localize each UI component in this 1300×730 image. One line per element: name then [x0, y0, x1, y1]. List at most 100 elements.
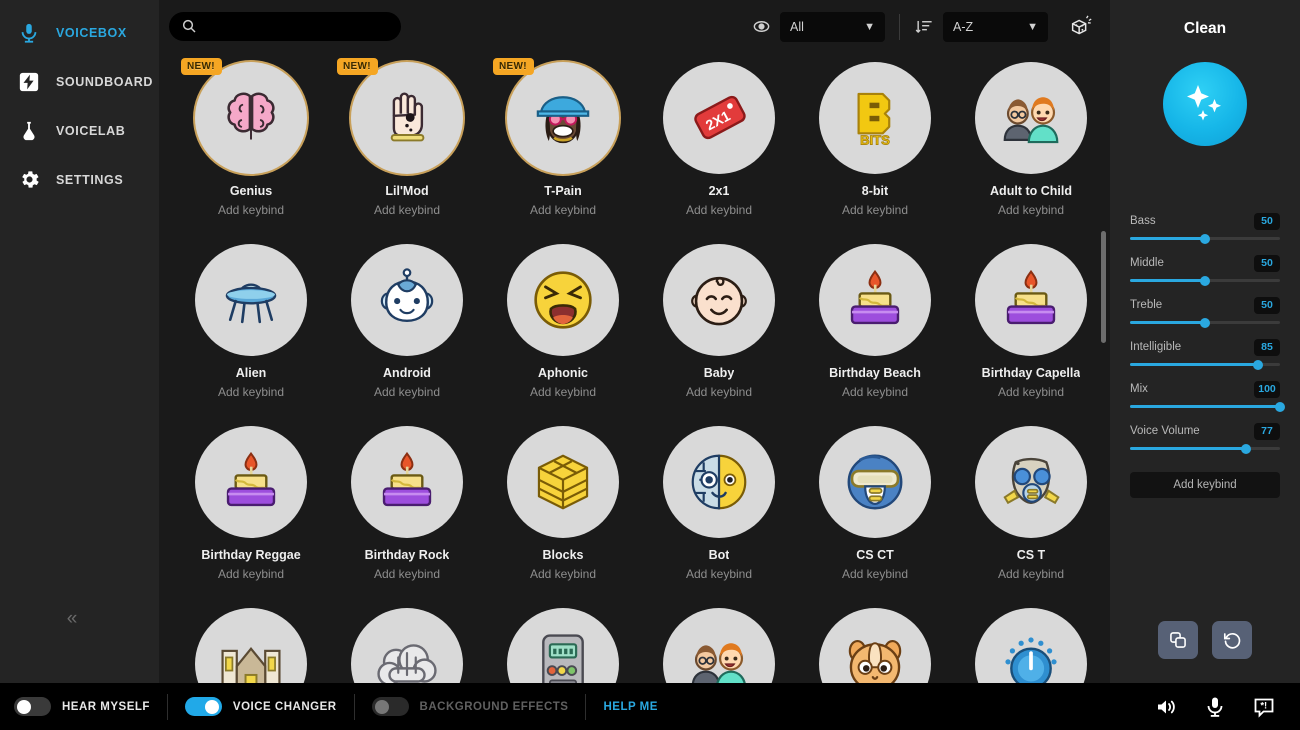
voice-card[interactable] — [953, 608, 1109, 683]
voice-card-keybind[interactable]: Add keybind — [686, 567, 752, 581]
voice-card[interactable]: CS T Add keybind — [953, 426, 1109, 608]
voice-card-keybind[interactable]: Add keybind — [842, 203, 908, 217]
slider-value: 50 — [1254, 212, 1280, 230]
voice-card[interactable]: Aphonic Add keybind — [485, 244, 641, 426]
background-effects-switch[interactable] — [371, 697, 409, 716]
voice-card[interactable]: 2X1 2x1 Add keybind — [641, 62, 797, 244]
sort-group: A-Z ▼ — [914, 11, 1048, 42]
voice-avatar-wrapper — [663, 608, 775, 683]
sort-value: A-Z — [953, 19, 974, 34]
sort-icon[interactable] — [914, 17, 934, 37]
flask-icon — [16, 118, 42, 144]
voice-card[interactable] — [641, 608, 797, 683]
voice-card[interactable]: Baby Add keybind — [641, 244, 797, 426]
slider-knob[interactable] — [1252, 359, 1263, 370]
voice-card-name: Baby — [703, 366, 735, 380]
slider-track[interactable] — [1130, 401, 1285, 412]
voice-card-keybind[interactable]: Add keybind — [218, 567, 284, 581]
add-keybind-button[interactable]: Add keybind — [1130, 472, 1280, 498]
voice-card[interactable] — [485, 608, 641, 683]
voice-grid: NEW! Genius Add keybind NEW! Lil'Mod Add keyb… — [159, 53, 1110, 683]
voice-card-keybind[interactable]: Add keybind — [998, 567, 1064, 581]
slider-knob[interactable] — [1200, 275, 1210, 286]
hand-icon — [351, 62, 463, 174]
voice-card[interactable]: Birthday Reggae Add keybind — [173, 426, 329, 608]
slider-track[interactable] — [1130, 359, 1280, 370]
goggles-icon — [819, 426, 931, 538]
new-badge: NEW! — [181, 58, 222, 75]
voice-card[interactable] — [329, 608, 485, 683]
voice-card-keybind[interactable]: Add keybind — [218, 385, 284, 399]
speaker-icon[interactable] — [1154, 695, 1178, 719]
voice-card[interactable] — [797, 608, 953, 683]
slider-track[interactable] — [1130, 443, 1280, 454]
slider-value: 77 — [1254, 422, 1280, 440]
slider-fill — [1130, 237, 1205, 240]
slider-knob[interactable] — [1200, 233, 1210, 244]
slider-knob[interactable] — [1275, 401, 1285, 412]
scrollbar-track[interactable] — [1101, 113, 1106, 673]
slider-track[interactable] — [1130, 317, 1280, 328]
slider-label: Voice Volume — [1130, 425, 1200, 437]
voice-card-keybind[interactable]: Add keybind — [530, 203, 596, 217]
sort-dropdown[interactable]: A-Z ▼ — [943, 11, 1048, 42]
double-chevron-left-icon[interactable]: « — [52, 603, 92, 635]
voice-card[interactable]: NEW! Lil'Mod Add keybind — [329, 58, 485, 244]
voice-card-keybind[interactable]: Add keybind — [842, 385, 908, 399]
voice-card[interactable]: NEW! Genius Add keybind — [173, 58, 329, 244]
voice-card[interactable]: Android Add keybind — [329, 244, 485, 426]
scrollbar-thumb[interactable] — [1101, 231, 1106, 343]
eye-icon[interactable] — [751, 17, 771, 37]
voice-card[interactable]: Birthday Beach Add keybind — [797, 244, 953, 426]
voice-card-keybind[interactable]: Add keybind — [374, 567, 440, 581]
slider-knob[interactable] — [1200, 317, 1210, 328]
filter-dropdown[interactable]: All ▼ — [780, 11, 885, 42]
voice-card-keybind[interactable]: Add keybind — [530, 385, 596, 399]
voice-card-keybind[interactable]: Add keybind — [686, 385, 752, 399]
robot-head-icon — [351, 244, 463, 356]
reset-icon[interactable] — [1212, 621, 1252, 659]
slider-head: Middle 50 — [1130, 254, 1280, 272]
voice-card[interactable]: CS CT Add keybind — [797, 426, 953, 608]
slider-track[interactable] — [1130, 275, 1280, 286]
toolbar: All ▼ A-Z ▼ — [159, 0, 1110, 53]
voice-card-keybind[interactable]: Add keybind — [998, 203, 1064, 217]
voice-changer-switch[interactable] — [184, 697, 222, 716]
voice-grid-scroll[interactable]: NEW! Genius Add keybind NEW! Lil'Mod Add keyb… — [159, 53, 1110, 683]
voice-avatar-wrapper: 2X1 — [663, 62, 775, 174]
voice-card-keybind[interactable]: Add keybind — [998, 385, 1064, 399]
dice-icon[interactable] — [1064, 10, 1098, 44]
sidebar-item-soundboard[interactable]: SOUNDBOARD — [0, 57, 159, 106]
voice-card[interactable]: Adult to Child Add keybind — [953, 62, 1109, 244]
microphone-icon[interactable] — [1203, 695, 1227, 719]
voice-card[interactable]: BITS 8-bit Add keybind — [797, 62, 953, 244]
slider-track[interactable] — [1130, 233, 1280, 244]
toggle-knob — [17, 699, 31, 714]
voice-card-keybind[interactable]: Add keybind — [374, 385, 440, 399]
toggle-background-effects[interactable]: BACKGROUND EFFECTS — [371, 697, 569, 716]
voice-card[interactable]: Birthday Rock Add keybind — [329, 426, 485, 608]
sidebar-item-voicelab[interactable]: VOICELAB — [0, 106, 159, 155]
voice-card-keybind[interactable]: Add keybind — [686, 203, 752, 217]
search-input[interactable] — [169, 12, 401, 41]
toggle-voice-changer[interactable]: VOICE CHANGER — [184, 697, 337, 716]
voice-card[interactable]: Bot Add keybind — [641, 426, 797, 608]
censor-bubble-icon[interactable]: *! — [1252, 695, 1276, 719]
sidebar-item-voicebox[interactable]: VOICEBOX — [0, 8, 159, 57]
toggle-hear-myself[interactable]: HEAR MYSELF — [14, 697, 150, 716]
help-me-link[interactable]: HELP ME — [603, 701, 657, 713]
voice-card[interactable]: NEW! T-Pain Add keybind — [485, 58, 641, 244]
voice-avatar-wrapper: NEW! — [337, 58, 463, 174]
copy-icon[interactable] — [1158, 621, 1198, 659]
voice-card[interactable] — [173, 608, 329, 683]
voice-card[interactable]: Alien Add keybind — [173, 244, 329, 426]
voice-card-keybind[interactable]: Add keybind — [218, 203, 284, 217]
voice-card-keybind[interactable]: Add keybind — [530, 567, 596, 581]
voice-card[interactable]: Birthday Capella Add keybind — [953, 244, 1109, 426]
hear-myself-switch[interactable] — [14, 697, 51, 716]
slider-knob[interactable] — [1240, 443, 1251, 454]
voice-card[interactable]: Blocks Add keybind — [485, 426, 641, 608]
sidebar-item-settings[interactable]: SETTINGS — [0, 155, 159, 204]
voice-card-keybind[interactable]: Add keybind — [374, 203, 440, 217]
voice-card-keybind[interactable]: Add keybind — [842, 567, 908, 581]
